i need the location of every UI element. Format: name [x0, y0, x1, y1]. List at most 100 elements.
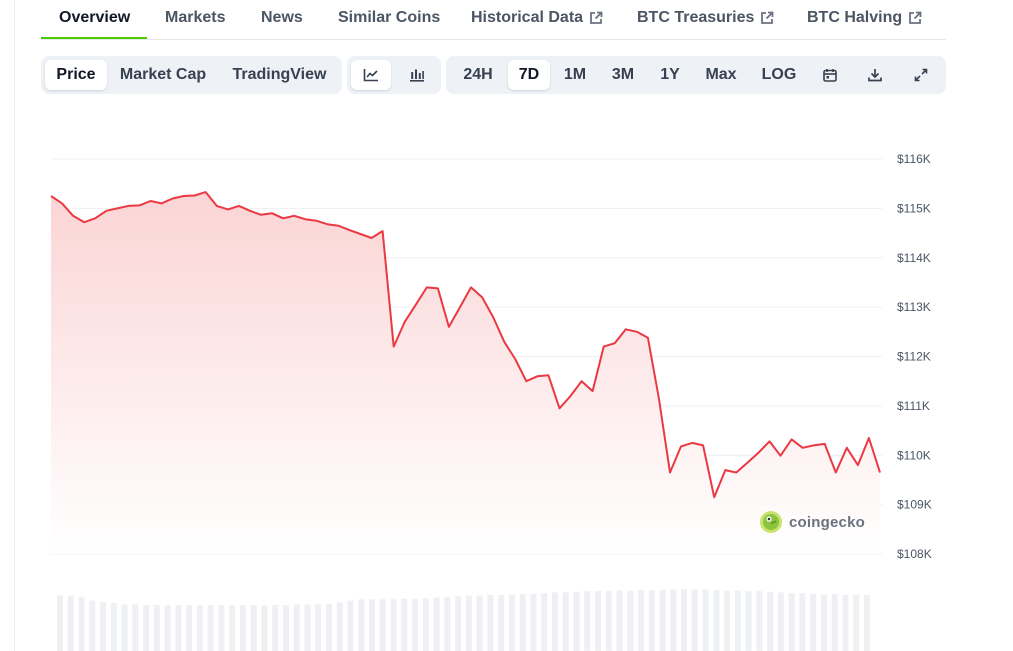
price-point [393, 346, 395, 348]
price-point [205, 191, 207, 193]
price-point [282, 217, 284, 219]
price-point [824, 443, 826, 445]
price-point [271, 212, 273, 214]
price-point [636, 331, 638, 333]
price-point [127, 205, 129, 207]
y-tick-label: $110K [897, 448, 931, 462]
price-point [448, 326, 450, 328]
price-point [768, 440, 770, 442]
price-point [326, 223, 328, 225]
price-point [492, 316, 494, 318]
volume-bar [702, 589, 709, 651]
price-point [547, 374, 549, 376]
volume-bar [691, 589, 698, 651]
volume-bar [455, 596, 462, 651]
volume-bar [347, 600, 354, 651]
y-tick-label: $116K [897, 152, 931, 166]
price-point [481, 296, 483, 298]
volume-bar [777, 592, 784, 651]
price-point [105, 210, 107, 212]
price-point [315, 220, 317, 222]
price-point [724, 469, 726, 471]
price-point [514, 358, 516, 360]
volume-bar [498, 594, 505, 651]
volume-bar [638, 589, 644, 651]
price-point [780, 455, 782, 457]
volume-bar [239, 605, 246, 651]
price-point [337, 225, 339, 227]
volume-bar [788, 593, 795, 651]
volume-bar [476, 595, 483, 651]
volume-bar [293, 604, 300, 651]
volume-bar [412, 598, 419, 651]
volume-bar [390, 599, 397, 651]
price-point [149, 200, 151, 202]
volume-bar [681, 589, 688, 651]
price-point [83, 221, 85, 223]
volume-bar [864, 594, 870, 651]
price-point [570, 395, 572, 397]
volume-bar [272, 605, 279, 651]
price-point [459, 306, 461, 308]
volume-bar [207, 605, 214, 651]
price-point [161, 202, 163, 204]
price-point [426, 286, 428, 288]
volume-bar [422, 598, 429, 651]
price-chart[interactable]: $116K $115K $114K $113K $112K $111K $110K $109K… [0, 0, 1013, 651]
volume-bar [670, 589, 677, 651]
price-point [94, 217, 96, 219]
volume-bar [648, 589, 655, 651]
volume-bar [799, 593, 806, 651]
volume-bar [530, 593, 537, 651]
price-point [757, 452, 759, 454]
coingecko-watermark: coingecko [759, 509, 865, 535]
price-point [371, 237, 373, 239]
price-point [802, 447, 804, 449]
price-point [536, 375, 538, 377]
price-point [249, 210, 251, 212]
price-point [260, 214, 262, 216]
price-point [702, 444, 704, 446]
volume-bar [78, 596, 85, 651]
volume-bar [110, 603, 117, 651]
price-point [835, 472, 837, 474]
price-point [138, 204, 140, 206]
price-point [470, 286, 472, 288]
price-point [382, 230, 384, 232]
volume-bar [745, 591, 752, 651]
price-point [238, 205, 240, 207]
price-point [348, 229, 350, 231]
price-point [437, 287, 439, 289]
volume-bar [304, 604, 311, 651]
volume-bar [584, 591, 591, 651]
price-point [359, 233, 361, 235]
volume-bar [89, 600, 96, 651]
price-point [50, 195, 52, 197]
price-point [558, 407, 560, 409]
volume-bar [121, 604, 128, 651]
volume-bar [369, 599, 375, 651]
price-point [868, 437, 870, 439]
volume-bar [283, 605, 289, 651]
volume-bar [627, 590, 634, 651]
volume-bar [229, 605, 236, 651]
volume-bar [132, 604, 139, 651]
price-point [691, 442, 693, 444]
coingecko-logo-icon [760, 511, 782, 533]
volume-bar [756, 591, 763, 651]
volume-bar [336, 602, 343, 651]
price-point [614, 342, 616, 344]
volume-bar [143, 605, 150, 651]
volume-bar [821, 594, 827, 651]
volume-bar [659, 589, 666, 651]
price-point [746, 462, 748, 464]
volume-bar [153, 605, 160, 651]
volume-bar [67, 595, 74, 651]
volume-bar [401, 598, 408, 651]
volume-bar [261, 605, 268, 651]
y-tick-label: $112K [897, 350, 931, 364]
price-point [592, 390, 594, 392]
volume-bar [734, 590, 741, 651]
volume-bar [465, 595, 472, 651]
y-tick-label: $113K [897, 300, 931, 314]
